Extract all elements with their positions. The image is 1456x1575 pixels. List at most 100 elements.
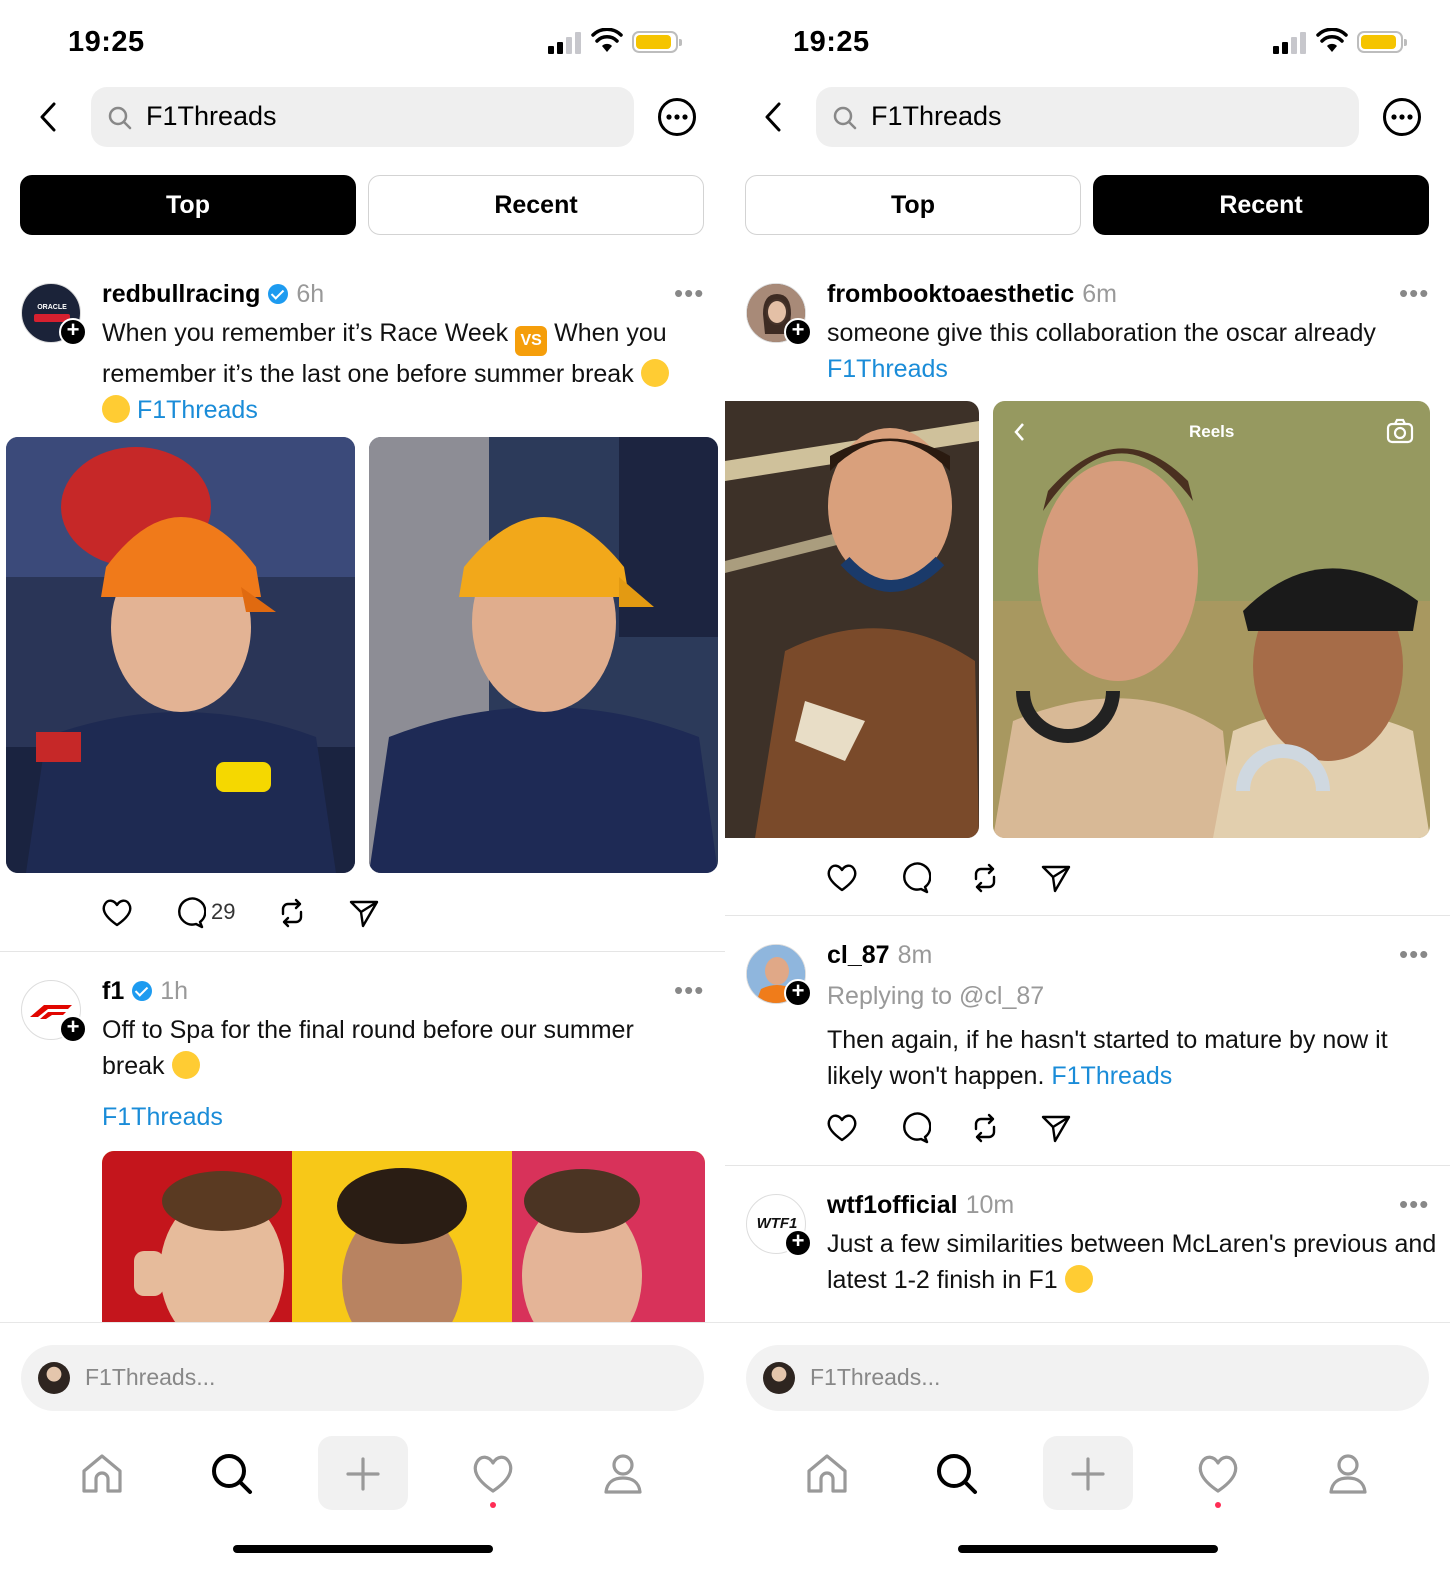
username[interactable]: frombooktoaesthetic	[827, 280, 1074, 308]
comment-icon[interactable]	[897, 861, 931, 895]
repost-icon[interactable]	[968, 861, 1002, 895]
status-bar: 19:25	[725, 22, 1450, 62]
post-text-part1: When you remember it’s Race Week	[102, 319, 509, 347]
username[interactable]: redbullracing	[102, 280, 260, 308]
share-icon[interactable]	[1039, 1111, 1073, 1145]
follow-plus-icon[interactable]: +	[59, 318, 87, 346]
home-icon	[807, 1454, 847, 1493]
verified-icon	[268, 284, 289, 304]
search-input[interactable]: F1Threads	[91, 87, 634, 147]
divider	[0, 951, 725, 952]
status-time: 19:25	[793, 26, 870, 58]
more-dots-icon[interactable]: •••	[1399, 280, 1429, 306]
more-circle-icon[interactable]	[1382, 97, 1422, 137]
home-icon	[82, 1454, 122, 1493]
tab-top[interactable]: Top	[745, 175, 1081, 235]
post-time: 8m	[897, 941, 933, 969]
divider	[725, 915, 1450, 916]
post-time: 6m	[1082, 280, 1117, 308]
back-chevron-icon[interactable]	[34, 98, 62, 136]
tab-activity[interactable]	[448, 1436, 538, 1510]
comment-icon[interactable]	[172, 896, 206, 930]
search-input[interactable]: F1Threads	[816, 87, 1359, 147]
more-dots-icon[interactable]: •••	[674, 280, 704, 306]
tab-search[interactable]	[912, 1436, 1002, 1510]
hashtag-link[interactable]: F1Threads	[827, 355, 948, 383]
hashtag-link[interactable]: F1Threads	[1051, 1062, 1172, 1090]
post-time: 10m	[965, 1191, 1015, 1219]
post-actions: 29	[100, 896, 400, 936]
hashtag-link[interactable]: F1Threads	[137, 396, 258, 424]
tab-profile[interactable]	[1303, 1436, 1393, 1510]
post-text: Then again, if he hasn't started to matu…	[827, 1022, 1437, 1094]
back-chevron-icon[interactable]	[1011, 421, 1027, 443]
replying-to[interactable]: Replying to @cl_87	[827, 978, 1437, 1014]
composer-input[interactable]: F1Threads...	[21, 1345, 704, 1411]
more-dots-icon[interactable]: •••	[1399, 1191, 1429, 1217]
post-photo[interactable]	[102, 1151, 705, 1331]
upside-down-emoji-icon	[102, 395, 130, 423]
post-photo[interactable]	[369, 437, 718, 873]
post-text: When you remember it’s Race Week VS When…	[102, 315, 712, 428]
battery-icon	[632, 31, 682, 53]
tab-search[interactable]	[187, 1436, 277, 1510]
home-indicator	[958, 1545, 1218, 1553]
more-circle-icon[interactable]	[657, 97, 697, 137]
post-header: frombooktoaesthetic 6m	[827, 280, 1117, 309]
search-icon	[833, 106, 857, 130]
tab-top[interactable]: Top	[20, 175, 356, 235]
username[interactable]: wtf1official	[827, 1191, 958, 1219]
post-photo[interactable]: Reels	[993, 401, 1430, 838]
verified-icon	[132, 981, 153, 1001]
tab-home[interactable]	[782, 1436, 872, 1510]
follow-plus-icon[interactable]: +	[784, 1229, 812, 1257]
search-icon	[937, 1454, 977, 1494]
sunglasses-emoji-icon	[171, 1051, 200, 1079]
tab-home[interactable]	[57, 1436, 147, 1510]
composer-placeholder: F1Threads...	[85, 1364, 216, 1390]
tab-new-post[interactable]	[318, 1436, 408, 1510]
post-actions	[825, 861, 1125, 901]
post-header: wtf1official 10m	[827, 1191, 1014, 1220]
heart-icon[interactable]	[825, 1111, 859, 1145]
heart-icon[interactable]	[825, 861, 859, 895]
tab-new-post[interactable]	[1043, 1436, 1133, 1510]
more-dots-icon[interactable]: •••	[1399, 941, 1429, 967]
tab-recent[interactable]: Recent	[368, 175, 704, 235]
camera-icon[interactable]	[1386, 418, 1414, 444]
share-icon[interactable]	[347, 896, 381, 930]
username[interactable]: f1	[102, 977, 124, 1005]
tab-recent[interactable]: Recent	[1093, 175, 1429, 235]
bottom-bar: F1Threads...	[725, 1322, 1450, 1575]
profile-icon	[604, 1454, 642, 1494]
right-phone-screen: 19:25 F1Threads Top Recent + frombooktoa…	[725, 0, 1450, 1575]
follow-plus-icon[interactable]: +	[59, 1015, 87, 1043]
follow-plus-icon[interactable]: +	[784, 318, 812, 346]
back-chevron-icon[interactable]	[759, 98, 787, 136]
avatar	[38, 1362, 70, 1394]
more-dots-icon[interactable]: •••	[674, 977, 704, 1003]
tab-profile[interactable]	[578, 1436, 668, 1510]
grinning-emoji-icon	[640, 359, 669, 387]
profile-icon	[1329, 1454, 1367, 1494]
username[interactable]: cl_87	[827, 941, 890, 969]
post-text: Off to Spa for the final round before ou…	[102, 1012, 682, 1084]
post-photo[interactable]	[725, 401, 979, 838]
follow-plus-icon[interactable]: +	[784, 979, 812, 1007]
post-photo[interactable]	[6, 437, 355, 873]
heart-icon	[1198, 1455, 1238, 1493]
plus-icon	[1071, 1457, 1105, 1491]
tab-activity[interactable]	[1173, 1436, 1263, 1510]
comment-icon[interactable]	[897, 1111, 931, 1145]
repost-icon[interactable]	[968, 1111, 1002, 1145]
composer-input[interactable]: F1Threads...	[746, 1345, 1429, 1411]
signal-icon	[1273, 32, 1307, 54]
status-time: 19:25	[68, 26, 145, 58]
search-query: F1Threads	[871, 101, 1002, 131]
reels-label: Reels	[1189, 422, 1235, 441]
heart-icon[interactable]	[100, 896, 134, 930]
share-icon[interactable]	[1039, 861, 1073, 895]
repost-icon[interactable]	[275, 896, 309, 930]
post-text-body: someone give this collaboration the osca…	[827, 319, 1376, 347]
hashtag-link[interactable]: F1Threads	[102, 1103, 223, 1131]
